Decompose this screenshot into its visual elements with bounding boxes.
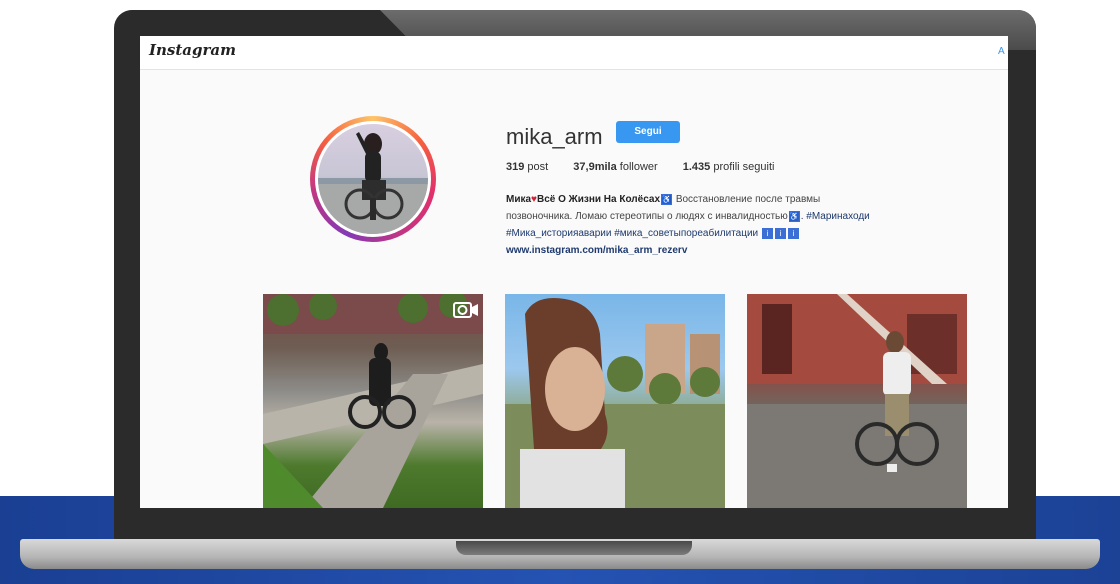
profile-stats: 319 post 37,9mila follower 1.435 profili… xyxy=(506,161,796,173)
wheelchair-icon: ♿ xyxy=(661,193,673,205)
posts-stat: 319 post xyxy=(506,161,548,173)
following-count: 1.435 xyxy=(682,161,711,173)
posts-label: post xyxy=(527,161,549,173)
profile-username: mika_arm xyxy=(506,124,603,149)
followers-count: 37,9mila xyxy=(573,161,617,173)
bio-website-link[interactable]: www.instagram.com/mika_arm_rezerv xyxy=(506,245,687,256)
follow-button[interactable]: Segui xyxy=(616,121,680,143)
bio-line-4: www.instagram.com/mika_arm_rezerv xyxy=(506,242,966,259)
posts-count: 319 xyxy=(506,161,525,173)
avatar[interactable] xyxy=(315,121,431,237)
avatar-ring[interactable] xyxy=(310,116,436,242)
wheelchair-icon: ♿ xyxy=(788,210,800,222)
top-bar: Instagram A xyxy=(140,36,1008,70)
bio-line-1-tail: Восстановление после травмы xyxy=(675,194,821,205)
topbar-link[interactable]: A xyxy=(998,46,1005,57)
post-tile[interactable] xyxy=(505,294,725,508)
following-label: profili seguiti xyxy=(713,161,775,173)
bio-line-3: #Мика_историяаварии #мика_советыпореабил… xyxy=(506,225,966,242)
following-stat[interactable]: 1.435 profili seguiti xyxy=(683,161,775,173)
post-tile[interactable] xyxy=(263,294,483,508)
bio-hashtags[interactable]: #Мика_историяаварии #мика_советыпореабил… xyxy=(506,228,758,239)
info-icon: i xyxy=(761,227,773,239)
bio-line-2: позвоночника. Ломаю стереотипы о людях с… xyxy=(506,208,966,225)
laptop-base-notch xyxy=(456,541,692,555)
info-icon: i xyxy=(787,227,799,239)
followers-label: follower xyxy=(619,161,658,173)
video-camera-icon xyxy=(453,301,479,319)
info-icon: i xyxy=(774,227,786,239)
profile-bio: Мика♥Всё О Жизни На Колёсах ♿ Восстановле… xyxy=(506,191,966,259)
bio-line-2-text: позвоночника. Ломаю стереотипы о людях с… xyxy=(506,211,788,222)
bio-name: Мика xyxy=(506,194,532,205)
bio-hashtag-1[interactable]: . #Маринаходи xyxy=(801,211,870,222)
avatar-photo xyxy=(318,124,428,234)
bio-headline: Всё О Жизни На Колёсах xyxy=(536,194,661,205)
laptop-screen: Instagram A mika_arm Segui 319 post 37,9… xyxy=(140,36,1008,508)
followers-stat[interactable]: 37,9mila follower xyxy=(573,161,657,173)
instagram-logo[interactable]: Instagram xyxy=(149,41,236,59)
post-tile[interactable] xyxy=(747,294,967,508)
bio-line-1: Мика♥Всё О Жизни На Колёсах ♿ Восстановле… xyxy=(506,191,966,208)
